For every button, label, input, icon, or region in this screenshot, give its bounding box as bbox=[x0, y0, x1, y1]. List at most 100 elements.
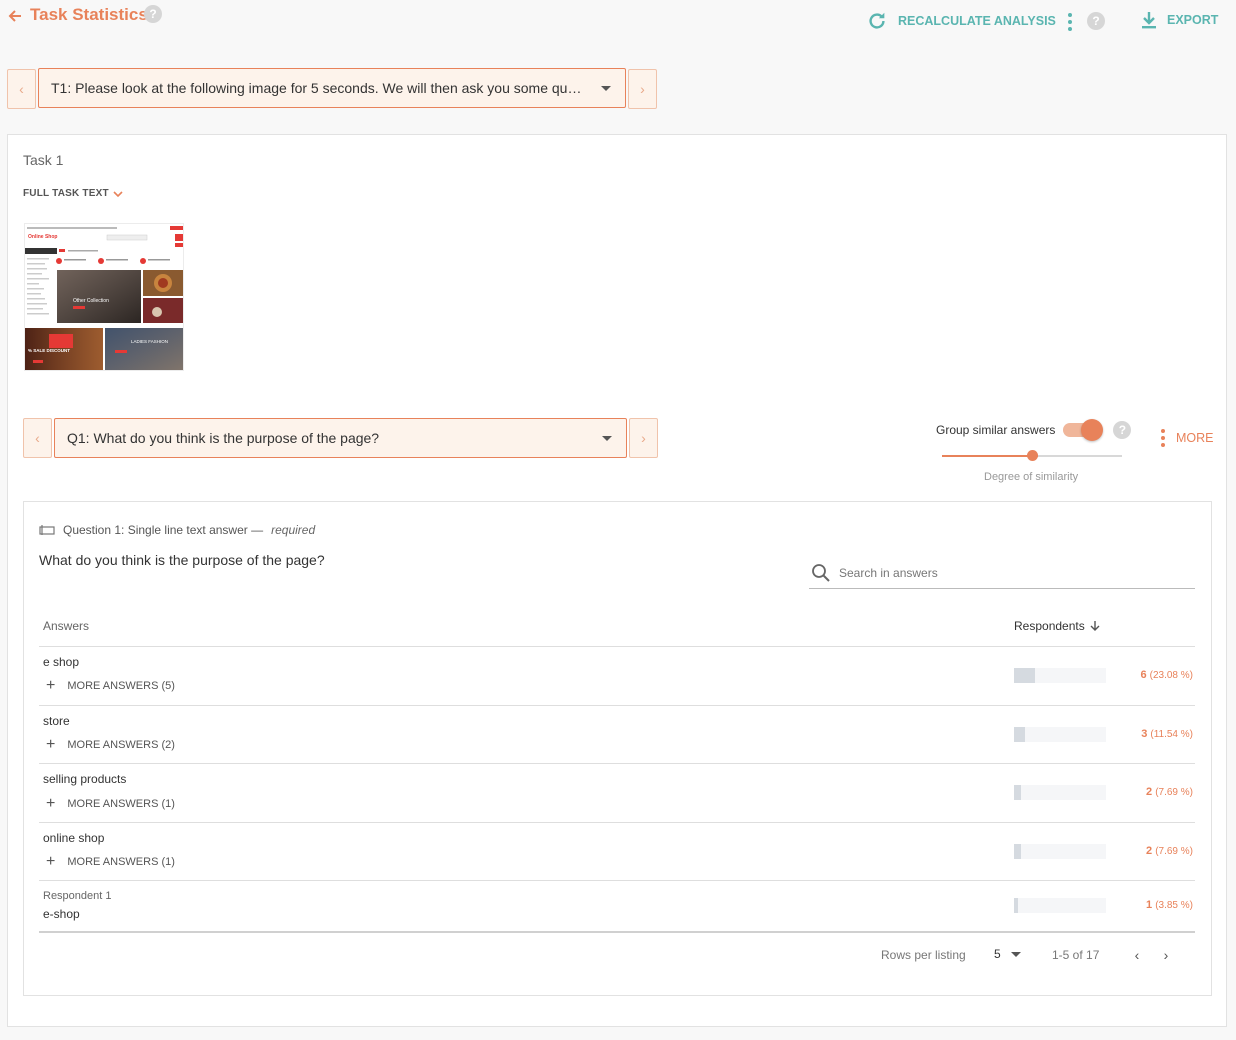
more-answers-button[interactable]: + MORE ANSWERS (1) bbox=[46, 854, 175, 870]
respondents-bar-fill bbox=[1014, 898, 1018, 913]
thumbnail-banner-2-text: % SALE DISCOUNT bbox=[28, 348, 70, 353]
back-arrow-icon[interactable] bbox=[6, 7, 24, 25]
count-percent: (7.69 %) bbox=[1155, 846, 1193, 857]
more-answers-button[interactable]: + MORE ANSWERS (1) bbox=[46, 796, 175, 812]
recalculate-label: RECALCULATE ANALYSIS bbox=[898, 14, 1056, 28]
respondents-count: 2 (7.69 %) bbox=[1146, 786, 1193, 798]
arrow-down-icon bbox=[1090, 621, 1100, 631]
plus-icon: + bbox=[46, 736, 56, 753]
full-task-text-toggle[interactable]: FULL TASK TEXT bbox=[23, 188, 123, 199]
download-icon bbox=[1142, 12, 1156, 29]
search-icon bbox=[812, 564, 830, 582]
question-meta: Question 1: Single line text answer — re… bbox=[39, 523, 315, 537]
search-answers-field[interactable] bbox=[809, 558, 1195, 589]
similarity-slider-handle[interactable] bbox=[1027, 450, 1038, 461]
prev-question-button[interactable]: ‹ bbox=[23, 418, 52, 458]
chevron-right-icon: › bbox=[1163, 947, 1169, 963]
rows-per-listing-value: 5 bbox=[994, 947, 1001, 961]
required-label: required bbox=[271, 523, 316, 537]
question-title: What do you think is the purpose of the … bbox=[39, 552, 325, 568]
respondent-label: Respondent 1 bbox=[43, 890, 112, 902]
count-value: 2 bbox=[1146, 786, 1153, 798]
answer-text: store bbox=[43, 714, 70, 728]
more-answers-label: MORE ANSWERS (5) bbox=[67, 680, 175, 692]
prev-task-button[interactable]: ‹ bbox=[7, 69, 36, 109]
full-task-text-label: FULL TASK TEXT bbox=[23, 188, 109, 199]
answer-text: online shop bbox=[43, 831, 105, 845]
group-similar-label: Group similar answers bbox=[936, 423, 1056, 437]
help-icon[interactable]: ? bbox=[144, 5, 162, 23]
page-title: Task Statistics bbox=[30, 5, 148, 24]
next-page-button[interactable]: › bbox=[1158, 947, 1174, 963]
similarity-slider-rest bbox=[1038, 455, 1122, 457]
count-percent: (3.85 %) bbox=[1155, 900, 1193, 911]
respondents-count: 6 (23.08 %) bbox=[1140, 669, 1193, 681]
divider bbox=[39, 931, 1195, 933]
group-similar-toggle[interactable] bbox=[1063, 419, 1104, 441]
respondents-count: 3 (11.54 %) bbox=[1141, 728, 1193, 740]
count-percent: (7.69 %) bbox=[1155, 787, 1193, 798]
task-select[interactable]: T1: Please look at the following image f… bbox=[38, 68, 626, 108]
export-label: EXPORT bbox=[1167, 13, 1219, 27]
thumbnail-banner-1-text: Other Collection bbox=[73, 298, 109, 304]
respondents-bar-fill bbox=[1014, 844, 1022, 859]
respondents-bar bbox=[1014, 668, 1106, 683]
rows-per-listing-label: Rows per listing bbox=[881, 948, 966, 962]
task-image: Online Shop Other Collection % SALE DISC… bbox=[25, 224, 183, 370]
chevron-left-icon: ‹ bbox=[1134, 947, 1140, 963]
chevron-down-icon bbox=[113, 190, 123, 197]
more-answers-label: MORE ANSWERS (1) bbox=[67, 798, 175, 810]
degree-of-similarity-label: Degree of similarity bbox=[984, 471, 1079, 483]
more-answers-label: MORE ANSWERS (2) bbox=[67, 739, 175, 751]
search-input[interactable] bbox=[839, 566, 1195, 580]
question-card: Question 1: Single line text answer — re… bbox=[23, 501, 1212, 996]
question-select[interactable]: Q1: What do you think is the purpose of … bbox=[54, 418, 627, 458]
respondents-bar bbox=[1014, 898, 1106, 913]
divider bbox=[39, 822, 1195, 823]
plus-icon: + bbox=[46, 853, 56, 870]
count-value: 1 bbox=[1146, 899, 1153, 911]
chevron-down-icon bbox=[602, 435, 612, 441]
chevron-down-icon bbox=[1010, 951, 1021, 957]
chevron-left-icon: ‹ bbox=[19, 81, 24, 97]
count-percent: (23.08 %) bbox=[1149, 670, 1193, 681]
count-value: 3 bbox=[1141, 728, 1148, 740]
export-button[interactable]: EXPORT bbox=[1140, 11, 1218, 29]
next-task-button[interactable]: › bbox=[628, 69, 657, 109]
respondents-bar-fill bbox=[1014, 727, 1025, 742]
rows-per-listing-select[interactable]: 5 bbox=[994, 947, 1021, 961]
prev-page-button[interactable]: ‹ bbox=[1129, 947, 1145, 963]
answer-text: e shop bbox=[43, 655, 80, 669]
chevron-left-icon: ‹ bbox=[35, 430, 40, 446]
respondents-header-label: Respondents bbox=[1014, 619, 1085, 633]
task-image-thumbnail[interactable]: Online Shop Other Collection % SALE DISC… bbox=[24, 223, 184, 371]
help-icon-analysis[interactable]: ? bbox=[1087, 12, 1105, 30]
divider bbox=[39, 763, 1195, 764]
plus-icon: + bbox=[46, 677, 56, 694]
text-field-icon bbox=[39, 525, 55, 535]
respondents-bar-fill bbox=[1014, 668, 1036, 683]
header-more-icon[interactable] bbox=[1065, 13, 1075, 31]
respondents-bar bbox=[1014, 785, 1106, 800]
answers-column-header: Answers bbox=[43, 619, 90, 633]
respondents-column-header[interactable]: Respondents bbox=[1014, 619, 1101, 633]
refresh-icon bbox=[869, 12, 885, 29]
group-similar-answers: Group similar answers ? bbox=[936, 419, 1132, 441]
pagination-range: 1-5 of 17 bbox=[1052, 948, 1100, 962]
more-vert-icon bbox=[1158, 429, 1168, 447]
recalculate-analysis-button[interactable]: RECALCULATE ANALYSIS bbox=[866, 10, 1056, 32]
respondents-bar bbox=[1014, 844, 1106, 859]
next-question-button[interactable]: › bbox=[629, 418, 658, 458]
more-answers-button[interactable]: + MORE ANSWERS (2) bbox=[46, 737, 175, 753]
respondents-count: 2 (7.69 %) bbox=[1146, 845, 1193, 857]
divider bbox=[39, 880, 1195, 881]
more-answers-button[interactable]: + MORE ANSWERS (5) bbox=[46, 678, 175, 694]
help-icon-grouping[interactable]: ? bbox=[1113, 421, 1132, 439]
count-value: 2 bbox=[1146, 845, 1153, 857]
more-options-button[interactable]: MORE bbox=[1158, 429, 1214, 447]
more-label: MORE bbox=[1176, 431, 1214, 445]
svg-text:Online Shop: Online Shop bbox=[28, 234, 57, 240]
plus-icon: + bbox=[46, 795, 56, 812]
divider bbox=[39, 705, 1195, 706]
chevron-right-icon: › bbox=[640, 81, 645, 97]
